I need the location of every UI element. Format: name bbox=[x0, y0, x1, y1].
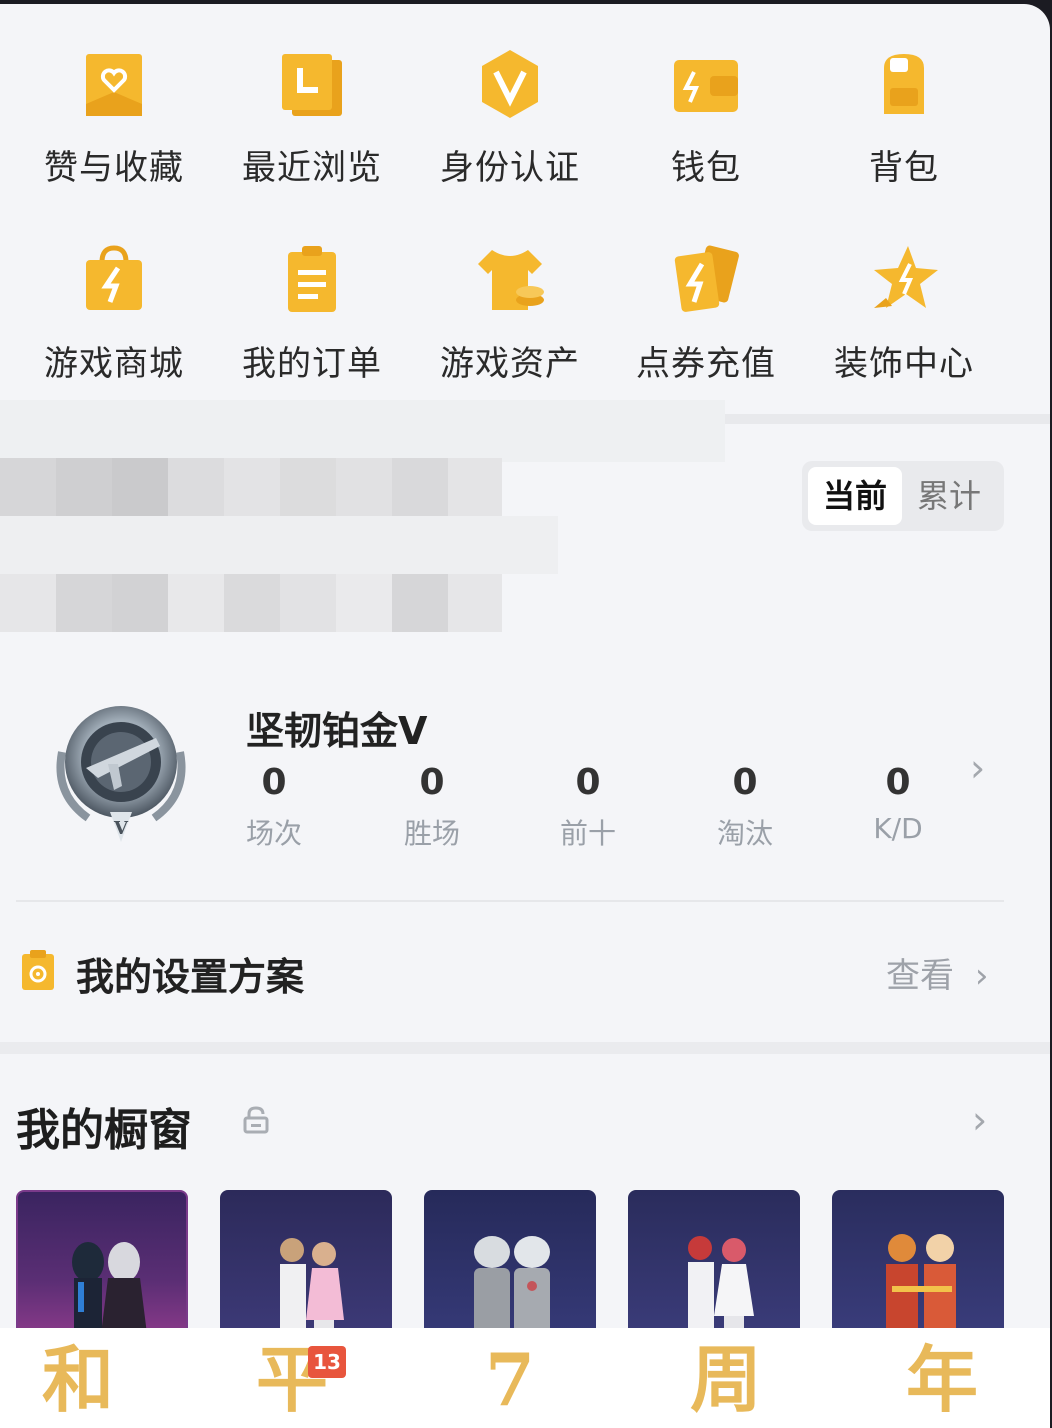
profile-sheet: 赞与收藏 最近浏览 身份认证 钱包 背包 游戏商城 我的订单 游戏资产 点券充值… bbox=[0, 4, 1050, 1428]
menu-label: 点券充值 bbox=[636, 344, 776, 384]
showcase-card[interactable] bbox=[220, 1190, 392, 1340]
section-separator bbox=[0, 1042, 1050, 1054]
season-toggle: 当前 累计 bbox=[802, 461, 1004, 531]
stat-kd: 0 K/D bbox=[838, 762, 958, 845]
bookmark-heart-icon bbox=[86, 54, 142, 116]
outfit-figure bbox=[72, 1242, 148, 1338]
chevron-right-icon: › bbox=[974, 956, 989, 996]
showcase-card[interactable] bbox=[832, 1190, 1004, 1340]
stat-label: K/D bbox=[873, 812, 923, 845]
banner-char: 7 bbox=[484, 1337, 536, 1422]
outfit-figure bbox=[474, 1236, 550, 1340]
menu-label: 身份认证 bbox=[440, 148, 580, 188]
stat-label: 前十 bbox=[559, 817, 616, 850]
menu-label: 游戏资产 bbox=[440, 344, 580, 384]
menu-label: 赞与收藏 bbox=[44, 148, 184, 188]
banner-char: 年 bbox=[905, 1337, 978, 1422]
outfit-figure bbox=[886, 1234, 956, 1340]
star-decoration-icon bbox=[874, 246, 938, 308]
view-link-label: 查看 bbox=[886, 956, 954, 996]
toggle-total[interactable]: 累计 bbox=[902, 467, 996, 525]
v-verified-icon bbox=[482, 50, 538, 118]
toggle-current[interactable]: 当前 bbox=[808, 467, 902, 525]
clipboard-icon bbox=[288, 246, 336, 312]
tshirt-coin-icon bbox=[478, 250, 544, 310]
stat-matches: 0 场次 bbox=[214, 762, 334, 852]
menu-label: 最近浏览 bbox=[242, 148, 382, 188]
menu-label: 我的订单 bbox=[242, 344, 382, 384]
view-settings-link[interactable]: 查看 › bbox=[886, 948, 988, 997]
blurred-header-area bbox=[0, 400, 725, 462]
settings-clipboard-icon bbox=[22, 950, 54, 990]
banner-badge: 13 bbox=[308, 1346, 346, 1378]
divider bbox=[16, 900, 1004, 902]
showcase-card[interactable] bbox=[16, 1190, 188, 1340]
svg-text:V: V bbox=[113, 818, 129, 839]
wallet-icon bbox=[674, 60, 738, 112]
shopping-bag-icon bbox=[86, 245, 142, 310]
section-divider bbox=[725, 414, 1050, 424]
stat-value: 0 bbox=[575, 762, 601, 803]
menu-label: 游戏商城 bbox=[44, 344, 184, 384]
stat-value: 0 bbox=[885, 762, 911, 803]
stat-label: 场次 bbox=[245, 817, 302, 850]
stat-value: 0 bbox=[261, 762, 287, 803]
menu-label: 装饰中心 bbox=[834, 344, 974, 384]
stat-top10: 0 前十 bbox=[528, 762, 648, 852]
showcase-card[interactable] bbox=[424, 1190, 596, 1340]
stat-value: 0 bbox=[732, 762, 758, 803]
menu-label: 钱包 bbox=[671, 148, 741, 188]
chevron-right-icon[interactable]: › bbox=[970, 746, 985, 790]
chevron-right-icon[interactable]: › bbox=[972, 1098, 987, 1142]
banner-char: 周 bbox=[689, 1337, 762, 1422]
banner-char: 和 bbox=[41, 1337, 114, 1422]
backpack-icon bbox=[884, 54, 924, 114]
stat-label: 淘汰 bbox=[716, 817, 773, 850]
rank-badge-icon: V bbox=[56, 706, 186, 842]
stat-wins: 0 胜场 bbox=[372, 762, 492, 852]
menu-label: 背包 bbox=[869, 148, 939, 188]
settings-title: 我的设置方案 bbox=[76, 955, 305, 999]
rank-name: 坚韧铂金Ⅴ bbox=[246, 709, 428, 753]
lock-icon bbox=[243, 1106, 269, 1134]
history-card-icon bbox=[282, 54, 342, 116]
stat-label: 胜场 bbox=[403, 817, 460, 850]
showcase-card[interactable] bbox=[628, 1190, 800, 1340]
outfit-figure bbox=[280, 1238, 344, 1340]
stat-eliminations: 0 淘汰 bbox=[685, 762, 805, 852]
lightning-cards-icon bbox=[674, 245, 739, 312]
outfit-figure bbox=[688, 1236, 754, 1340]
showcase-title: 我的橱窗 bbox=[16, 1105, 192, 1156]
stat-value: 0 bbox=[419, 762, 445, 803]
